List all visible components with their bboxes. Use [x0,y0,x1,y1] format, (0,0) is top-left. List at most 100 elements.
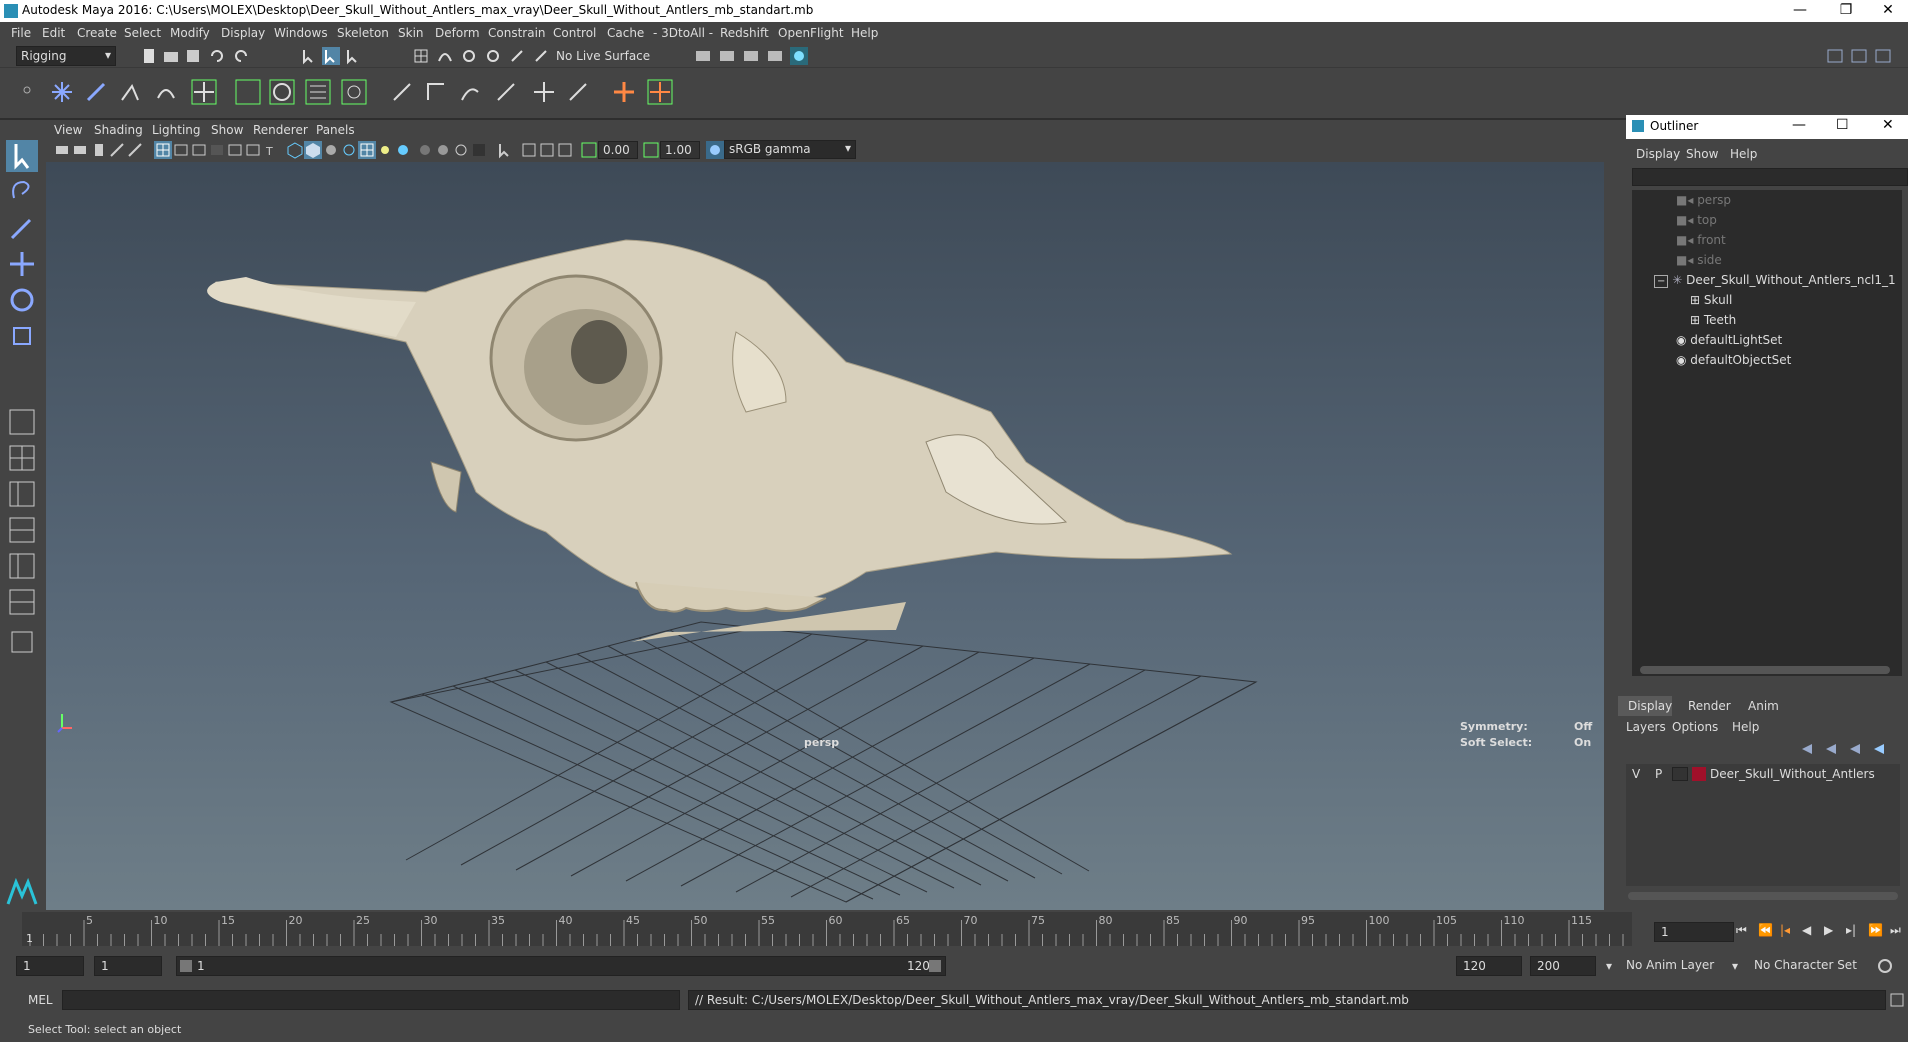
single-perspective-layout-icon[interactable] [6,406,38,438]
persp-graph-layout-icon[interactable] [6,514,38,546]
step-forward-key-button[interactable]: ⏩ [1868,923,1883,937]
layers-menu-layers[interactable]: Layers [1626,720,1666,734]
locator-icon[interactable] [190,78,218,106]
parent-constraint-icon[interactable] [646,78,674,106]
menu-deform[interactable]: Deform [435,26,480,40]
render-view-icon[interactable] [694,47,712,65]
four-view-layout-icon[interactable] [6,442,38,474]
snap-view-plane-icon[interactable] [484,47,502,65]
live-surface-label[interactable]: No Live Surface [556,49,650,63]
use-all-lights-icon[interactable] [376,141,394,159]
snap-point-icon[interactable] [460,47,478,65]
range-end-handle[interactable] [929,960,941,972]
wireframe-on-shaded-icon[interactable] [340,141,358,159]
play-forwards-button[interactable]: ▶ [1824,923,1833,937]
undo-icon[interactable] [208,47,226,65]
layer-reference-toggle[interactable] [1672,767,1688,781]
wireframe-icon[interactable] [286,141,304,159]
menu-create[interactable]: Create [77,26,117,40]
layer-playback-toggle[interactable]: P [1655,767,1662,781]
vp-menu-show[interactable]: Show [211,123,243,137]
restore-button[interactable]: ❐ [1824,0,1868,22]
step-back-key-button[interactable]: ⏪ [1758,923,1773,937]
paint-weights-icon[interactable] [458,80,482,104]
select-object-icon[interactable] [322,47,340,65]
paint-select-icon[interactable] [6,212,38,244]
soft-mod-icon[interactable] [268,78,296,106]
outliner-h-scrollbar[interactable] [1640,666,1890,674]
select-tool-icon[interactable] [6,140,38,172]
outliner-menu-display[interactable]: Display [1636,147,1680,161]
save-scene-icon[interactable] [184,47,202,65]
chevron-down-icon[interactable]: ▾ [1732,959,1738,973]
color-management-icon[interactable] [706,141,724,159]
layout-icon[interactable] [1826,47,1844,65]
ik-handle-icon[interactable] [84,80,108,104]
bookmark-icon[interactable] [90,141,108,159]
outliner-item-default-object-set[interactable]: ◉ defaultObjectSet [1676,353,1791,367]
snap-live-icon[interactable] [508,47,526,65]
menu-windows[interactable]: Windows [274,26,328,40]
lasso-tool-icon[interactable] [6,176,38,208]
mirror-weights-icon[interactable] [494,80,518,104]
2d-pan-zoom-icon[interactable] [126,141,144,159]
custom-layout-icon[interactable] [6,626,38,658]
xray-icon[interactable] [520,141,538,159]
vp-menu-shading[interactable]: Shading [94,123,143,137]
outliner-item-front[interactable]: ■◂ front [1676,233,1726,247]
shadows-icon[interactable] [394,141,412,159]
scale-tool-icon[interactable] [6,320,38,352]
menu-skeleton[interactable]: Skeleton [337,26,389,40]
go-to-end-button[interactable]: ⏭ [1890,923,1901,938]
layers-h-scrollbar[interactable] [1628,892,1898,900]
default-material-icon[interactable] [322,141,340,159]
image-plane-icon[interactable] [108,141,126,159]
wire-deformer-icon[interactable] [340,78,368,106]
perspective-viewport[interactable]: persp Symmetry: Off Soft Select: On [46,162,1604,910]
move-layer-up-icon[interactable] [1798,740,1816,758]
motion-blur-icon[interactable] [434,141,452,159]
magnet-icon[interactable] [532,47,550,65]
bind-skin-icon[interactable] [390,80,414,104]
outliner-tree[interactable]: ■◂ persp ■◂ top ■◂ front ■◂ side − ✳ Dee… [1632,190,1902,676]
outliner-item-skull[interactable]: ⊞ Skull [1690,293,1732,307]
snap-curve-icon[interactable] [436,47,454,65]
collapse-icon[interactable]: − [1654,275,1669,288]
outliner-maximize-button[interactable]: ☐ [1836,117,1849,133]
lattice-icon[interactable] [304,78,332,106]
playback-start-field[interactable]: 1 [94,956,162,976]
vp-menu-view[interactable]: View [54,123,82,137]
exposure-icon[interactable] [580,141,598,159]
anim-end-field[interactable]: 200 [1530,956,1596,976]
menu-edit[interactable]: Edit [42,26,65,40]
hypershade-icon[interactable] [790,47,808,65]
select-hierarchy-icon[interactable] [300,47,318,65]
script-language-toggle[interactable]: MEL [28,993,53,1007]
safe-action-icon[interactable] [244,141,262,159]
outliner-menu-help[interactable]: Help [1730,147,1757,161]
tab-display[interactable]: Display [1628,699,1672,713]
gate-mask-icon[interactable] [208,141,226,159]
layers-menu-help[interactable]: Help [1732,720,1759,734]
layers-menu-options[interactable]: Options [1672,720,1718,734]
xray-components-icon[interactable] [556,141,574,159]
step-forward-frame-button[interactable]: ▸| [1846,923,1856,937]
vp-menu-renderer[interactable]: Renderer [253,123,308,137]
menu-select[interactable]: Select [124,26,161,40]
interactive-bind-icon[interactable] [424,80,448,104]
step-back-frame-button[interactable]: |◂ [1780,923,1790,937]
outliner-persp-layout-icon[interactable] [6,586,38,618]
isolate-select-icon[interactable] [496,141,514,159]
copy-weights-icon[interactable] [532,80,556,104]
move-layer-down-icon[interactable] [1822,740,1840,758]
menu-control[interactable]: Control [553,26,596,40]
persp-outliner-layout-icon[interactable] [6,478,38,510]
grid-toggle-icon[interactable] [154,141,172,159]
outliner-item-side[interactable]: ■◂ side [1676,253,1722,267]
camera-select-icon[interactable] [54,141,72,159]
script-editor-icon[interactable] [1888,991,1906,1009]
current-frame-field[interactable]: 1 [1654,922,1734,942]
close-button[interactable]: ✕ [1866,0,1908,22]
outliner-menu-show[interactable]: Show [1686,147,1718,161]
attribute-editor-icon[interactable] [1850,47,1868,65]
